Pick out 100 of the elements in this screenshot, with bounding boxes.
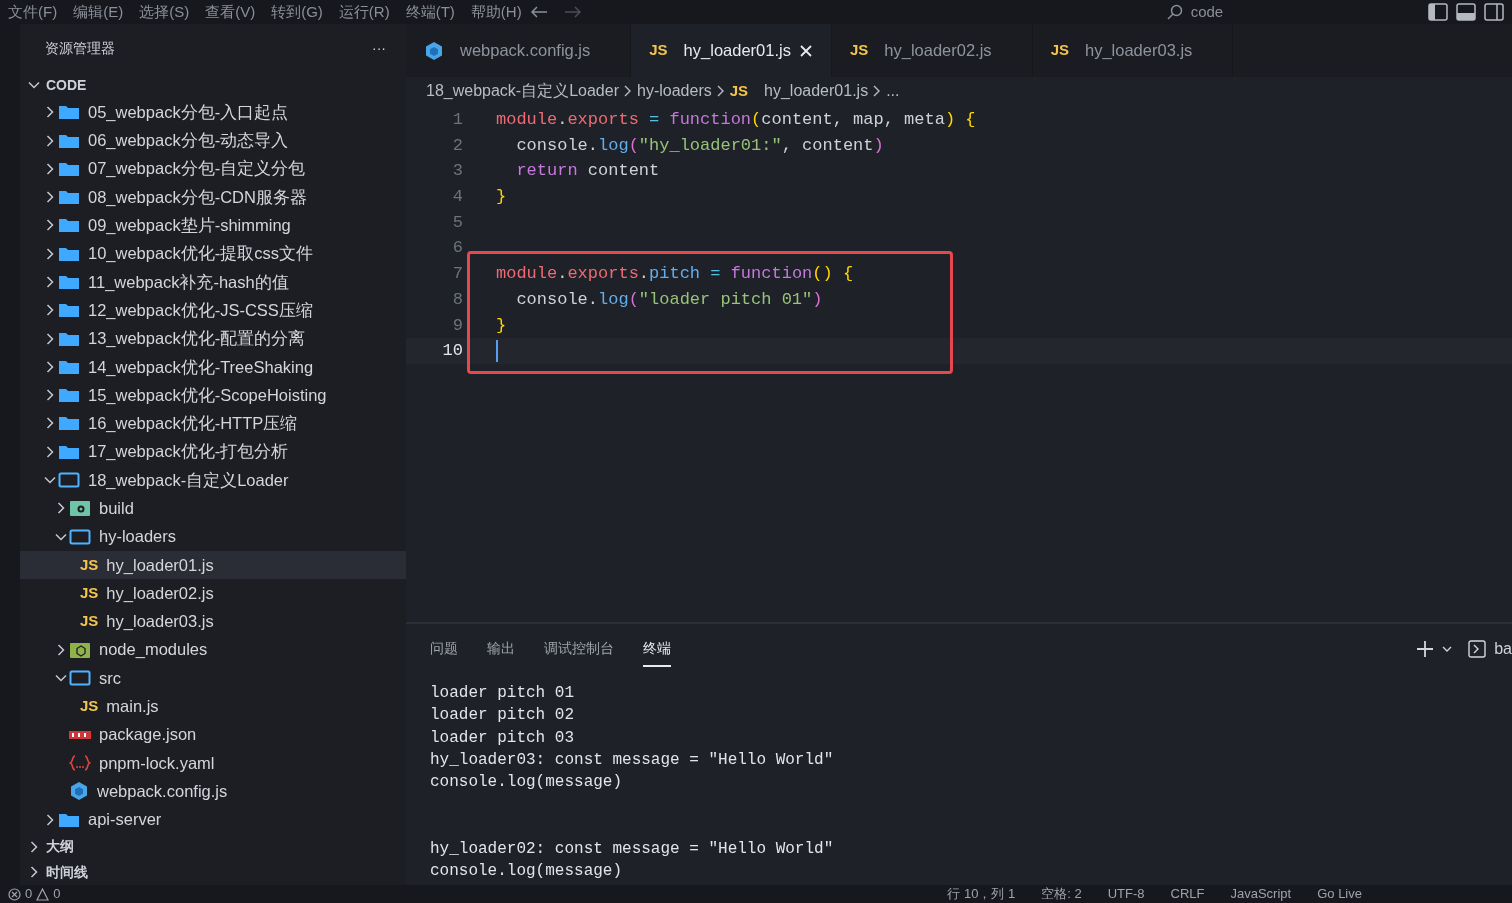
tree-item[interactable]: api-server bbox=[20, 805, 406, 834]
folder-icon bbox=[58, 103, 80, 122]
status-item[interactable]: UTF-8 bbox=[1107, 884, 1145, 903]
error-icon bbox=[8, 887, 21, 901]
layout-icon[interactable] bbox=[1484, 3, 1504, 21]
tree-item[interactable]: 09_webpack垫片-shimming bbox=[20, 211, 406, 240]
breadcrumb-item[interactable]: hy-loaders bbox=[637, 79, 712, 103]
tree-item[interactable]: JS hy_loader01.js bbox=[20, 550, 406, 580]
code-line: return content bbox=[515, 160, 661, 183]
panel-tab[interactable]: 输出 bbox=[487, 631, 515, 667]
tree-item[interactable]: JS hy_loader02.js bbox=[20, 579, 406, 608]
editor-tab[interactable]: JS hy_loader01.js bbox=[631, 24, 832, 77]
more-actions-button[interactable]: ··· bbox=[372, 37, 386, 59]
tree-item[interactable]: 15_webpack优化-ScopeHoisting bbox=[20, 381, 406, 410]
terminal-output-line: console.log(message) bbox=[430, 861, 624, 883]
line-number: 3 bbox=[451, 160, 464, 183]
menu-item[interactable]: 编辑(E) bbox=[65, 0, 132, 24]
menu-item[interactable]: 终端(T) bbox=[397, 0, 463, 24]
js-file-icon: JS bbox=[80, 610, 99, 633]
folder-icon bbox=[69, 669, 91, 688]
code-line: module.exports.pitch = function() { bbox=[495, 263, 855, 286]
text-cursor bbox=[496, 339, 498, 362]
status-item[interactable]: 空格: 2 bbox=[1041, 884, 1082, 903]
breadcrumb-item[interactable]: JS hy_loader01.js bbox=[729, 79, 869, 103]
panel-toggle-icon[interactable] bbox=[1456, 3, 1476, 21]
tree-section-header[interactable]: CODE bbox=[20, 72, 406, 99]
tree-item[interactable]: build bbox=[20, 494, 406, 523]
tree-item[interactable]: pnpm-lock.yaml bbox=[20, 748, 406, 778]
tree-item[interactable]: node_modules bbox=[20, 635, 406, 664]
back-arrow-icon[interactable] bbox=[529, 5, 548, 19]
braces-file-icon bbox=[69, 754, 91, 773]
breadcrumb-item[interactable]: 18_webpack-自定义Loader bbox=[426, 79, 619, 103]
tree-section-header[interactable]: 大纲 bbox=[20, 833, 406, 860]
status-item[interactable]: JavaScript bbox=[1230, 884, 1292, 903]
line-number: 4 bbox=[451, 186, 464, 209]
folder-icon bbox=[58, 414, 80, 433]
problems-indicator[interactable]: 0 0 bbox=[0, 884, 61, 903]
tree-item[interactable]: 12_webpack优化-JS-CSS压缩 bbox=[20, 296, 406, 325]
tree-item[interactable]: 07_webpack分包-自定义分包 bbox=[20, 154, 406, 183]
close-icon[interactable] bbox=[798, 43, 813, 58]
folder-icon bbox=[69, 527, 91, 546]
menu-item[interactable]: 文件(F) bbox=[0, 0, 66, 24]
line-number: 9 bbox=[451, 314, 464, 337]
tree-item[interactable]: webpack.config.js bbox=[20, 777, 406, 806]
tree-item[interactable]: src bbox=[20, 664, 406, 693]
menu-item[interactable]: 转到(G) bbox=[263, 0, 331, 24]
status-item[interactable]: Go Live bbox=[1317, 884, 1362, 903]
folder-icon bbox=[58, 301, 80, 320]
tree-item[interactable]: hy-loaders bbox=[20, 522, 406, 551]
terminal-output-line: hy_loader03: const message = "Hello World" bbox=[430, 749, 835, 771]
code-line: } bbox=[495, 314, 508, 337]
menu-item[interactable]: 运行(R) bbox=[330, 0, 398, 24]
hexagon-folder-icon bbox=[69, 640, 91, 659]
terminal-selector[interactable]: ba bbox=[1468, 637, 1512, 661]
breadcrumb-item[interactable]: ... bbox=[886, 79, 900, 103]
panel-tab[interactable]: 调试控制台 bbox=[544, 631, 614, 667]
status-item[interactable]: CRLF bbox=[1170, 884, 1205, 903]
tree-item[interactable]: JS main.js bbox=[20, 692, 406, 721]
search-field[interactable]: code bbox=[881, 1, 1428, 23]
chevron-down-icon[interactable] bbox=[1442, 645, 1453, 653]
js-file-icon: JS bbox=[649, 39, 668, 62]
tree-item[interactable]: 18_webpack-自定义Loader bbox=[20, 465, 406, 495]
tree-item[interactable]: 08_webpack分包-CDN服务器 bbox=[20, 182, 406, 212]
menu-item[interactable]: 帮助(H) bbox=[462, 0, 530, 24]
chevron-right-icon bbox=[715, 84, 726, 98]
js-file-icon: JS bbox=[80, 582, 99, 605]
folder-icon bbox=[58, 188, 80, 207]
tree-item[interactable]: JS hy_loader03.js bbox=[20, 607, 406, 636]
cube-file-icon bbox=[424, 40, 444, 61]
terminal-output-line: loader pitch 03 bbox=[430, 727, 576, 749]
status-item[interactable]: 行 10，列 1 bbox=[947, 884, 1016, 903]
sidebar-toggle-icon[interactable] bbox=[1428, 3, 1448, 21]
line-number: 10 bbox=[441, 340, 464, 363]
folder-icon bbox=[58, 386, 80, 405]
code-line: console.log("loader pitch 01") bbox=[515, 288, 824, 311]
tree-item[interactable]: 05_webpack分包-入口起点 bbox=[20, 98, 406, 127]
tree-item[interactable]: 17_webpack优化-打包分析 bbox=[20, 437, 406, 466]
panel-tab[interactable]: 问题 bbox=[430, 631, 458, 667]
cube-file-icon bbox=[69, 781, 89, 802]
terminal-icon bbox=[1468, 640, 1487, 658]
menu-item[interactable]: 选择(S) bbox=[131, 0, 198, 24]
js-file-icon: JS bbox=[80, 553, 99, 577]
search-icon bbox=[1166, 4, 1183, 20]
plus-icon[interactable] bbox=[1416, 640, 1435, 658]
tree-item[interactable]: 10_webpack优化-提取css文件 bbox=[20, 239, 406, 268]
tree-item[interactable]: package.json bbox=[20, 720, 406, 749]
tree-item[interactable]: 14_webpack优化-TreeShaking bbox=[20, 352, 406, 382]
line-number: 8 bbox=[451, 288, 464, 311]
js-file-icon: JS bbox=[1050, 39, 1069, 62]
tree-item[interactable]: 16_webpack优化-HTTP压缩 bbox=[20, 409, 406, 438]
menu-item[interactable]: 查看(V) bbox=[197, 0, 264, 24]
tree-item[interactable]: 06_webpack分包-动态导入 bbox=[20, 126, 406, 155]
tree-item[interactable]: 13_webpack优化-配置的分离 bbox=[20, 324, 406, 353]
terminal-output-line: loader pitch 01 bbox=[430, 683, 576, 704]
tree-section-header[interactable]: 时间线 bbox=[20, 859, 406, 885]
explorer-title: 资源管理器 bbox=[45, 38, 115, 58]
tree-item[interactable]: 11_webpack补充-hash的值 bbox=[20, 267, 406, 297]
panel-tab[interactable]: 终端 bbox=[643, 631, 671, 667]
line-number: 6 bbox=[451, 237, 464, 260]
folder-icon bbox=[58, 273, 80, 291]
